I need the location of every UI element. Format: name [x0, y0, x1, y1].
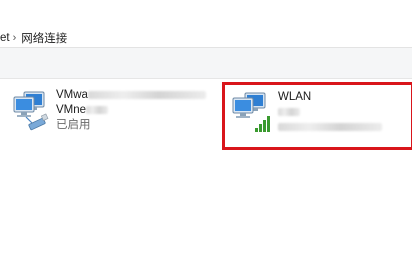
redacted-text — [278, 122, 382, 131]
adapter-status: 已启用 — [56, 119, 91, 131]
breadcrumb-parent[interactable]: et — [0, 32, 10, 44]
network-connections-list: VMwa VMne 已启用 WLAN — [0, 79, 412, 254]
adapter-wlan[interactable]: WLAN — [222, 82, 412, 150]
adapter-details: VMwa VMne 已启用 — [56, 88, 206, 133]
command-toolbar — [0, 48, 412, 79]
adapter-name: WLAN — [278, 91, 312, 103]
redacted-text — [87, 90, 206, 99]
redacted-text — [278, 107, 300, 116]
breadcrumb-separator-icon[interactable]: › — [13, 32, 17, 44]
adapter-vmware[interactable]: VMwa VMne 已启用 — [10, 87, 206, 147]
network-adapter-wifi-icon — [231, 92, 273, 139]
redacted-text — [86, 105, 109, 114]
breadcrumb-current[interactable]: 网络连接 — [21, 30, 67, 46]
breadcrumb: et › 网络连接 — [0, 30, 67, 46]
adapter-details: WLAN — [278, 90, 382, 135]
adapter-device: VMne — [56, 104, 87, 116]
network-adapter-cable-icon — [10, 91, 50, 136]
adapter-name: VMwa — [56, 89, 88, 101]
address-bar: et › 网络连接 — [0, 0, 412, 48]
